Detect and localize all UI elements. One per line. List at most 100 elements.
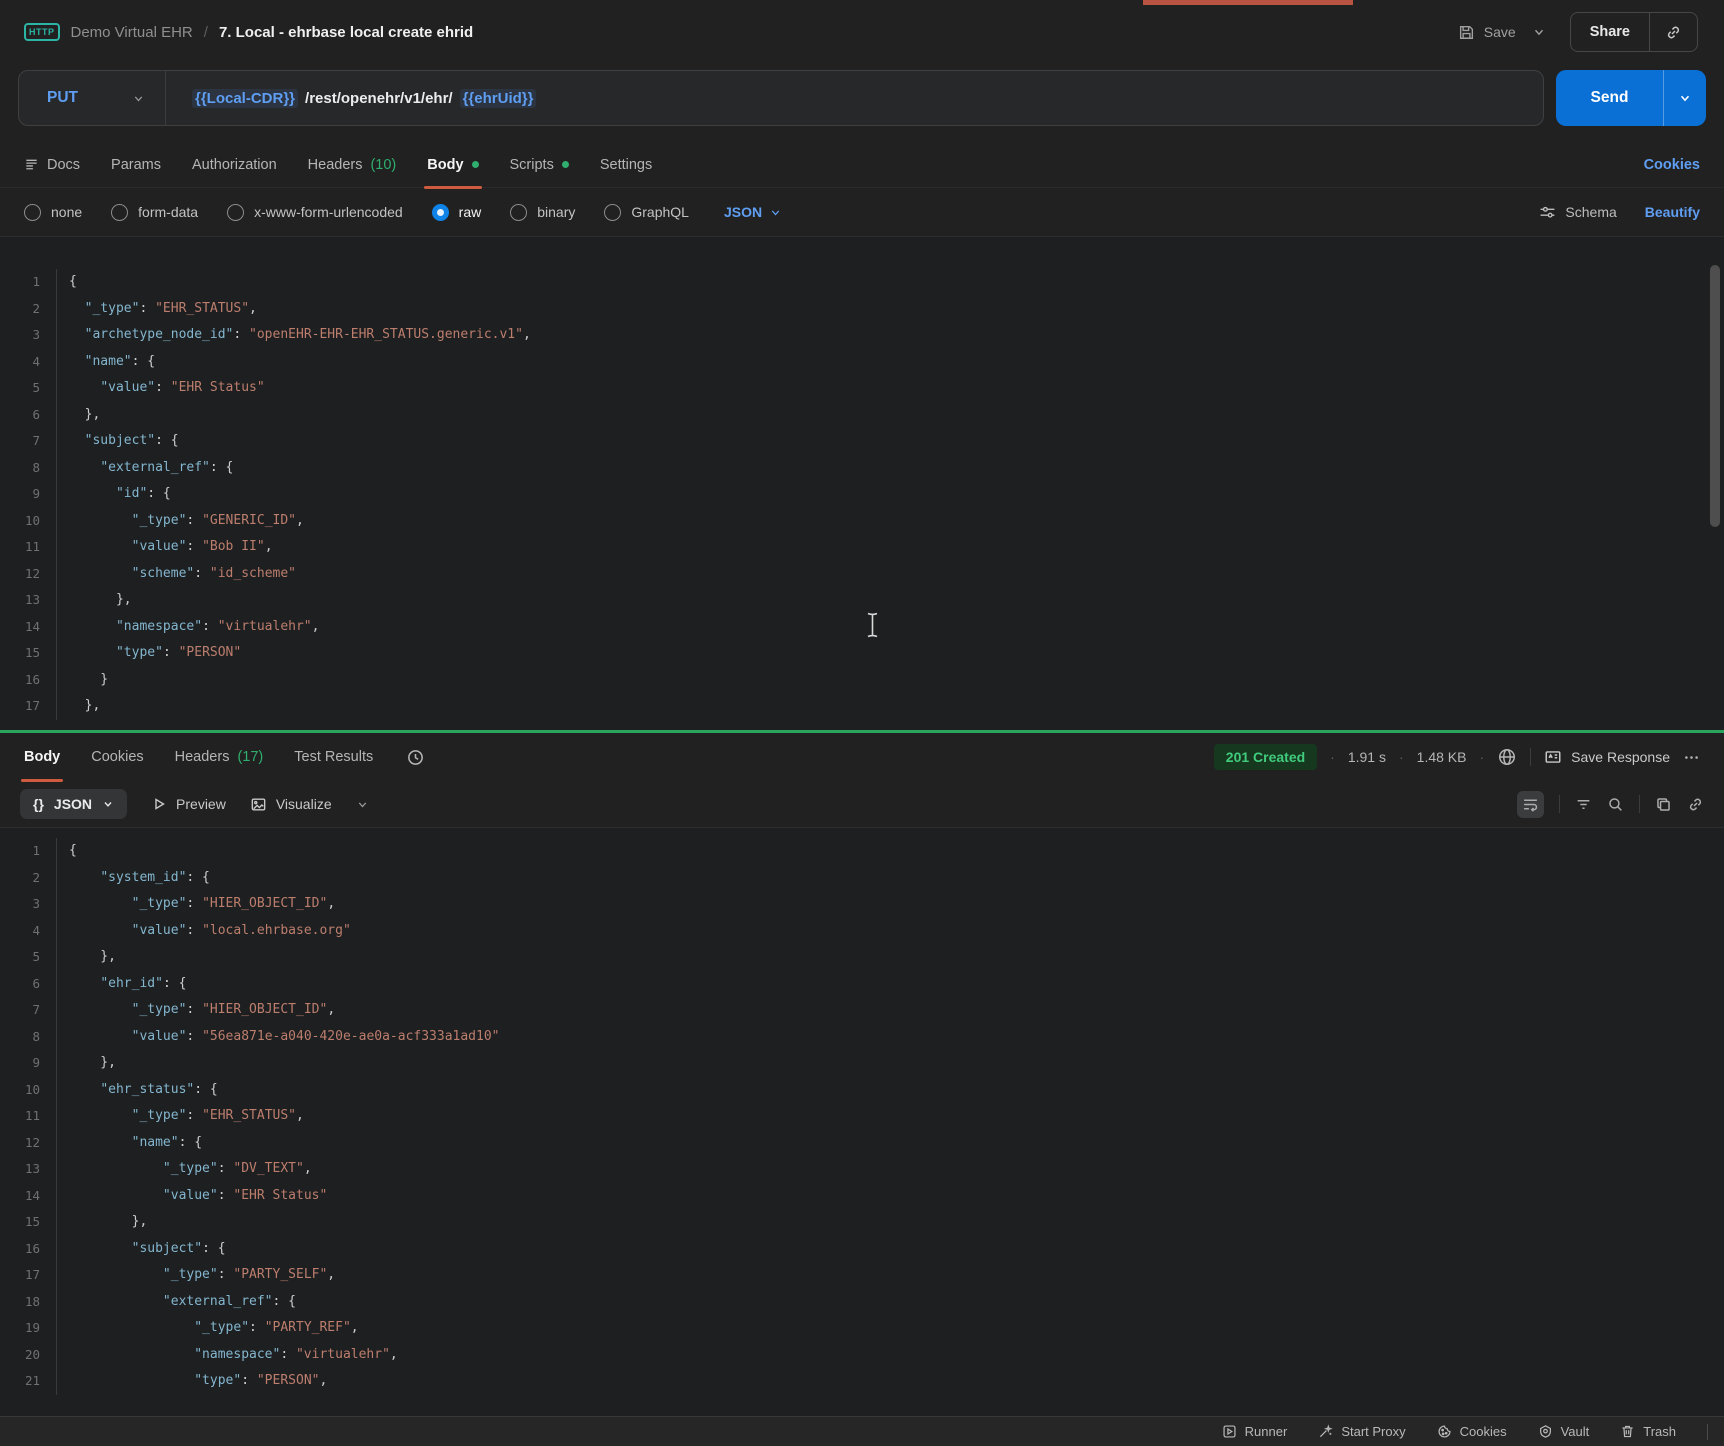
url-input[interactable]: {{Local-CDR}} /rest/openehr/v1/ehr/ {{eh… — [166, 89, 536, 108]
copy-link-button[interactable] — [1650, 24, 1697, 41]
tab-authorization[interactable]: Authorization — [192, 142, 277, 188]
code-line[interactable]: 18 "external_ref": { — [0, 1289, 1724, 1316]
tab-settings[interactable]: Settings — [600, 142, 652, 188]
code-line[interactable]: 11 "value": "Bob II", — [0, 534, 1724, 561]
vault-button[interactable]: Vault — [1538, 1424, 1590, 1439]
code-line[interactable]: 4 "name": { — [0, 349, 1724, 376]
request-title[interactable]: 7. Local - ehrbase local create ehrid — [219, 24, 473, 41]
code-line[interactable]: 6 }, — [0, 402, 1724, 429]
code-line[interactable]: 17 "_type": "PARTY_SELF", — [0, 1262, 1724, 1289]
code-line[interactable]: 5 "value": "EHR Status" — [0, 375, 1724, 402]
code-line[interactable]: 3 "archetype_node_id": "openEHR-EHR-EHR_… — [0, 322, 1724, 349]
code-line[interactable]: 16 } — [0, 667, 1724, 694]
code-line[interactable]: 20 "namespace": "virtualehr", — [0, 1342, 1724, 1369]
code-line[interactable]: 11 "_type": "EHR_STATUS", — [0, 1103, 1724, 1130]
tab-headers[interactable]: Headers (10) — [308, 142, 397, 188]
code-line[interactable]: 13 "_type": "DV_TEXT", — [0, 1156, 1724, 1183]
body-type-raw[interactable]: raw — [432, 204, 482, 221]
more-options-icon[interactable] — [1683, 749, 1700, 766]
code-line[interactable]: 3 "_type": "HIER_OBJECT_ID", — [0, 891, 1724, 918]
code-line[interactable]: 14 "namespace": "virtualehr", — [0, 614, 1724, 641]
save-options-chevron[interactable] — [1532, 25, 1546, 39]
visualize-button[interactable]: Visualize — [250, 796, 332, 813]
url-variable-ehruid: {{ehrUid}} — [460, 89, 537, 108]
line-number: 17 — [0, 693, 56, 720]
response-format-selector[interactable]: {} JSON — [20, 789, 127, 819]
code-line[interactable]: 8 "value": "56ea871e-a040-420e-ae0a-acf3… — [0, 1024, 1724, 1051]
code-line[interactable]: 7 "subject": { — [0, 428, 1724, 455]
editor-scrollbar[interactable] — [1710, 265, 1720, 527]
body-type-form-data[interactable]: form-data — [111, 204, 198, 221]
send-options-chevron[interactable] — [1664, 70, 1706, 126]
wrap-lines-button[interactable] — [1517, 791, 1544, 818]
code-line[interactable]: 13 }, — [0, 587, 1724, 614]
code-line[interactable]: 12 "name": { — [0, 1130, 1724, 1157]
request-body-editor[interactable]: 1{2 "_type": "EHR_STATUS",3 "archetype_n… — [0, 236, 1724, 730]
code-line[interactable]: 1{ — [0, 269, 1724, 296]
runner-button[interactable]: Runner — [1222, 1424, 1288, 1439]
radio-icon — [111, 204, 128, 221]
cookies-link[interactable]: Cookies — [1644, 157, 1700, 173]
chevron-down-icon — [102, 798, 114, 810]
copy-icon[interactable] — [1655, 796, 1672, 813]
network-globe-icon[interactable] — [1497, 747, 1517, 767]
code-line[interactable]: 21 "type": "PERSON", — [0, 1368, 1724, 1395]
schema-button[interactable]: Schema — [1539, 204, 1616, 221]
response-body-editor[interactable]: 1{2 "system_id": {3 "_type": "HIER_OBJEC… — [0, 827, 1724, 1416]
code-line[interactable]: 2 "system_id": { — [0, 865, 1724, 892]
breadcrumb-collection[interactable]: Demo Virtual EHR — [71, 24, 193, 41]
code-line[interactable]: 10 "ehr_status": { — [0, 1077, 1724, 1104]
response-tab-headers[interactable]: Headers (17) — [175, 733, 264, 781]
beautify-link[interactable]: Beautify — [1645, 204, 1700, 220]
code-line[interactable]: 17 }, — [0, 693, 1724, 720]
line-number: 7 — [0, 428, 56, 455]
tab-docs[interactable]: Docs — [24, 142, 80, 188]
share-button[interactable]: Share — [1571, 24, 1649, 40]
send-button[interactable]: Send — [1556, 70, 1663, 126]
filter-icon[interactable] — [1575, 796, 1592, 813]
raw-language-selector[interactable]: JSON — [724, 204, 782, 220]
response-tab-test-results[interactable]: Test Results — [294, 733, 373, 781]
body-type-x-www-form-urlencoded[interactable]: x-www-form-urlencoded — [227, 204, 403, 221]
tab-params[interactable]: Params — [111, 142, 161, 188]
code-line[interactable]: 15 "type": "PERSON" — [0, 640, 1724, 667]
save-button[interactable]: Save — [1458, 24, 1516, 41]
trash-button[interactable]: Trash — [1620, 1424, 1676, 1439]
preview-button[interactable]: Preview — [151, 796, 226, 812]
body-type-none[interactable]: none — [24, 204, 82, 221]
save-response-button[interactable]: Save Response — [1544, 748, 1670, 766]
body-type-binary[interactable]: binary — [510, 204, 575, 221]
vault-icon — [1538, 1424, 1553, 1439]
code-line[interactable]: 15 }, — [0, 1209, 1724, 1236]
method-selector[interactable]: PUT — [19, 89, 165, 107]
code-line[interactable]: 9 "id": { — [0, 481, 1724, 508]
search-icon[interactable] — [1607, 796, 1624, 813]
response-tab-cookies[interactable]: Cookies — [91, 733, 143, 781]
start-proxy-button[interactable]: Start Proxy — [1318, 1424, 1405, 1439]
code-line[interactable]: 8 "external_ref": { — [0, 455, 1724, 482]
code-line[interactable]: 2 "_type": "EHR_STATUS", — [0, 296, 1724, 323]
body-type-graphql[interactable]: GraphQL — [604, 204, 689, 221]
code-line[interactable]: 16 "subject": { — [0, 1236, 1724, 1263]
sliders-icon — [1539, 204, 1556, 221]
code-line[interactable]: 9 }, — [0, 1050, 1724, 1077]
tab-scripts[interactable]: Scripts — [510, 142, 569, 188]
code-line[interactable]: 12 "scheme": "id_scheme" — [0, 561, 1724, 588]
tab-body[interactable]: Body — [427, 142, 478, 188]
code-line[interactable]: 10 "_type": "GENERIC_ID", — [0, 508, 1724, 535]
response-toolbar: {} JSON Preview Visualize — [0, 781, 1724, 827]
http-request-logo: HTTP — [24, 23, 60, 41]
code-line[interactable]: 14 "value": "EHR Status" — [0, 1183, 1724, 1210]
response-tab-body[interactable]: Body — [24, 733, 60, 781]
code-line[interactable]: 6 "ehr_id": { — [0, 971, 1724, 998]
code-line[interactable]: 4 "value": "local.ehrbase.org" — [0, 918, 1724, 945]
response-history-icon[interactable] — [406, 748, 425, 767]
code-line[interactable]: 1{ — [0, 838, 1724, 865]
code-line[interactable]: 7 "_type": "HIER_OBJECT_ID", — [0, 997, 1724, 1024]
cookies-button[interactable]: Cookies — [1437, 1424, 1507, 1439]
radio-icon — [24, 204, 41, 221]
code-line[interactable]: 19 "_type": "PARTY_REF", — [0, 1315, 1724, 1342]
code-line[interactable]: 5 }, — [0, 944, 1724, 971]
link-icon[interactable] — [1687, 796, 1704, 813]
visualize-options-chevron[interactable] — [356, 798, 369, 811]
